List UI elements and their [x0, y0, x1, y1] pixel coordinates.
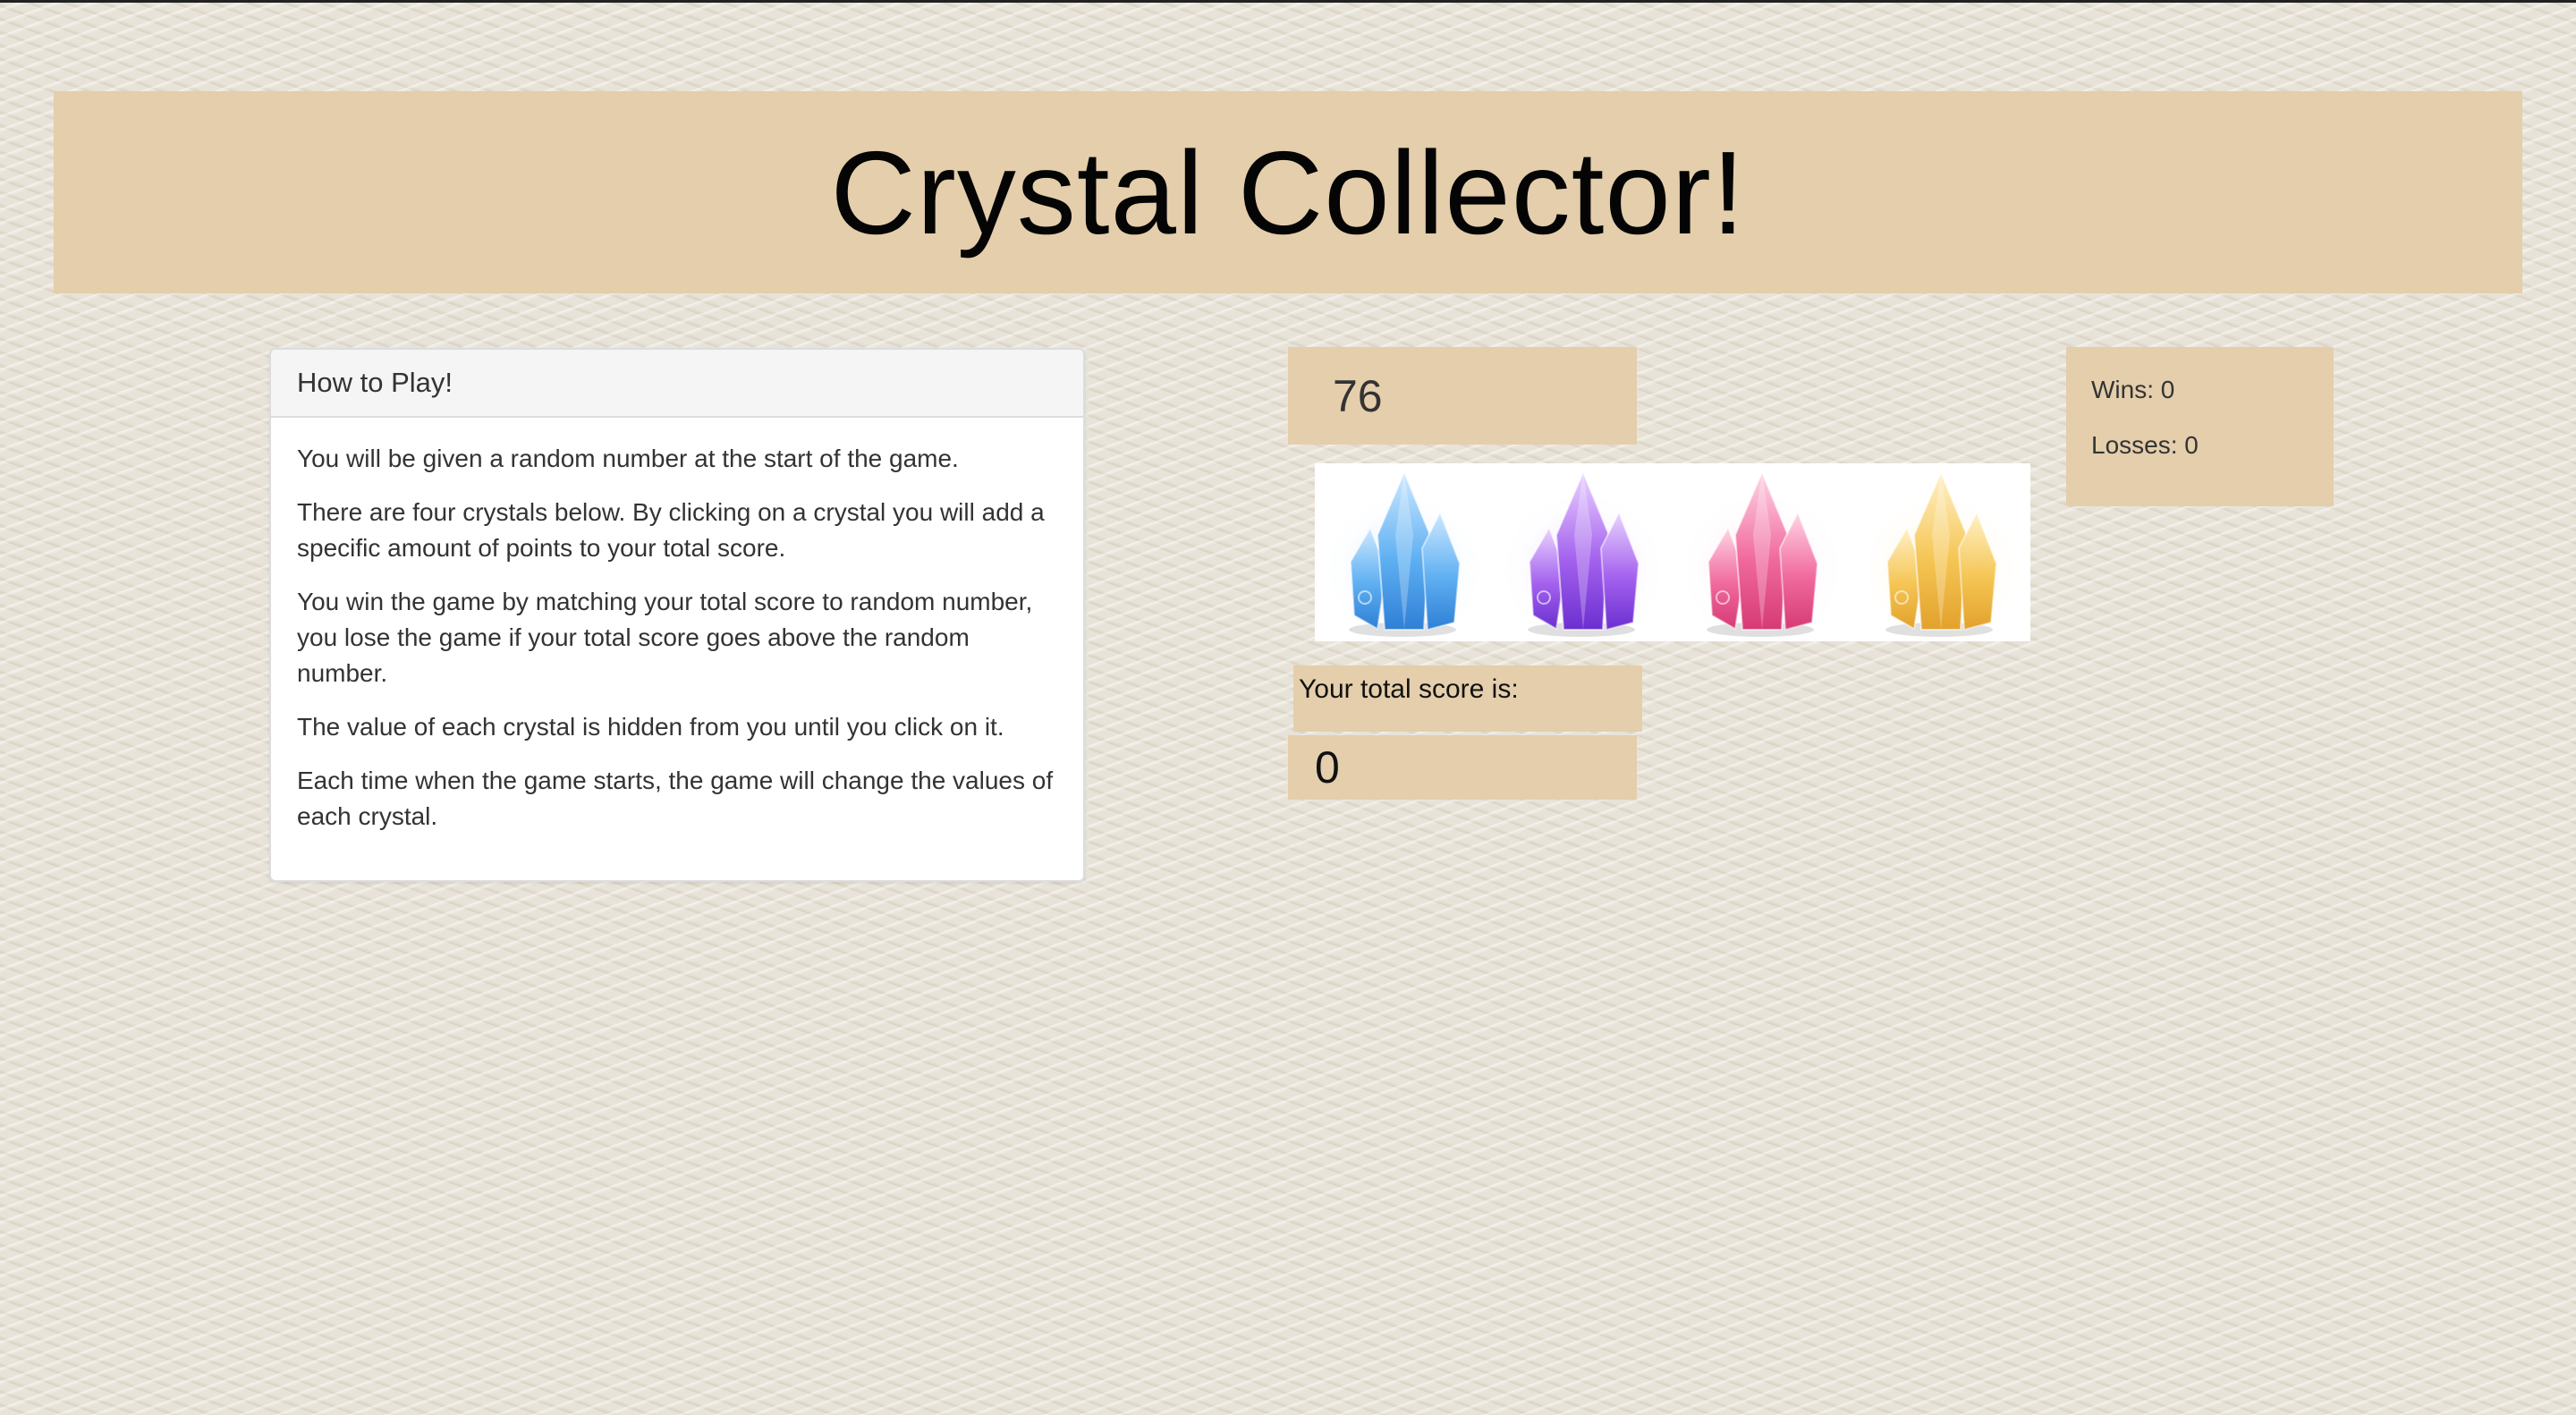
- total-score: 0: [1288, 735, 1637, 800]
- instruction-paragraph: There are four crystals below. By clicki…: [297, 498, 1045, 562]
- page-header: Crystal Collector!: [54, 91, 2522, 293]
- top-border: [0, 0, 2576, 3]
- wins-counter: Wins: 0: [2091, 376, 2175, 403]
- blue-crystal-icon: [1319, 470, 1489, 641]
- instructions-panel: How to Play! You will be given a random …: [269, 348, 1085, 882]
- stats-panel: Wins: 0 Losses: 0: [2066, 347, 2334, 506]
- yellow-crystal-icon: [1856, 470, 2026, 641]
- losses-counter: Losses: 0: [2091, 431, 2199, 459]
- pink-crystal-icon: [1677, 470, 1847, 641]
- page-title: Crystal Collector!: [830, 126, 1746, 258]
- instruction-paragraph: You win the game by matching your total …: [297, 588, 1033, 687]
- instruction-paragraph: Each time when the game starts, the game…: [297, 767, 1054, 830]
- blue-crystal-button[interactable]: [1315, 463, 1494, 641]
- pink-crystal-button[interactable]: [1673, 463, 1852, 641]
- instructions-heading: How to Play!: [271, 350, 1083, 418]
- purple-crystal-button[interactable]: [1494, 463, 1673, 641]
- instructions-body: You will be given a random number at the…: [271, 418, 1083, 835]
- score-label: Your total score is:: [1293, 665, 1642, 732]
- crystal-row: [1315, 463, 2030, 641]
- yellow-crystal-button[interactable]: [1852, 463, 2030, 641]
- instruction-paragraph: You will be given a random number at the…: [297, 445, 959, 472]
- target-number: 76: [1288, 347, 1637, 445]
- instruction-paragraph: The value of each crystal is hidden from…: [297, 713, 1004, 741]
- purple-crystal-icon: [1498, 470, 1668, 641]
